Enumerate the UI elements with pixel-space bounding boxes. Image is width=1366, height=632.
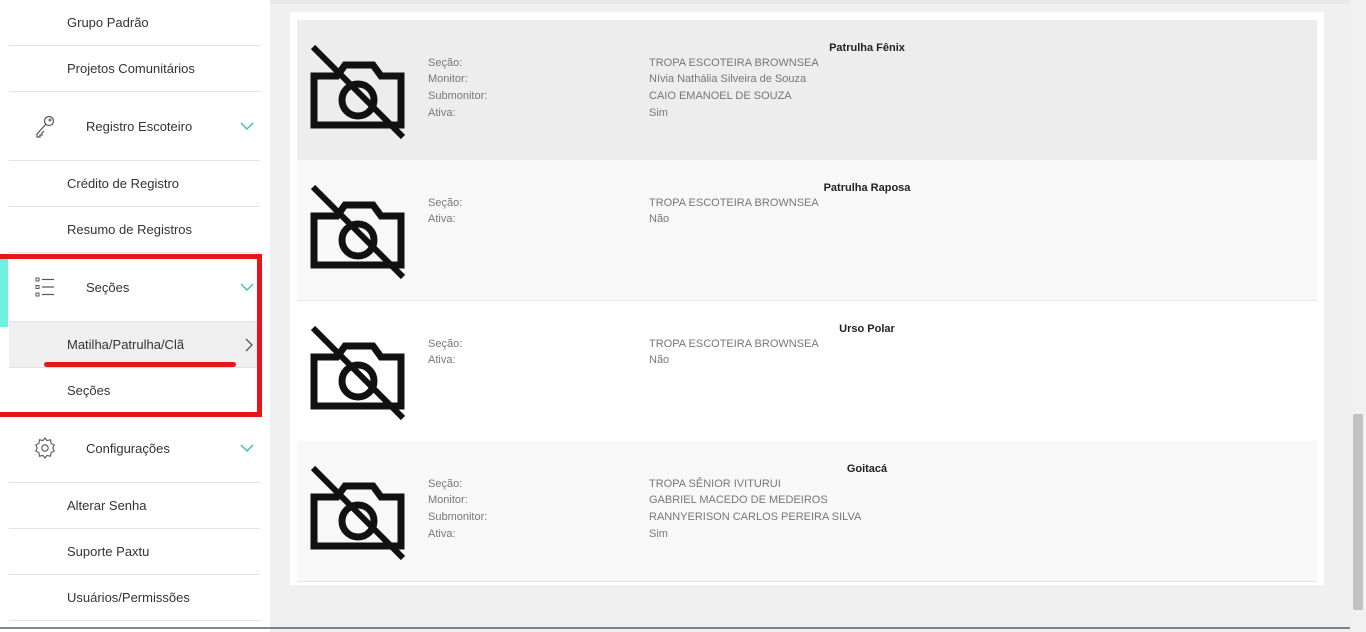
field-value: Sim xyxy=(649,528,668,540)
sidebar-group-configuracoes[interactable]: Configurações xyxy=(9,414,260,483)
sidebar: Grupo Padrão Projetos Comunitários Regis… xyxy=(0,0,270,632)
sidebar-item-label: Projetos Comunitários xyxy=(67,61,195,76)
list-icon xyxy=(35,277,54,297)
field-value: TROPA ESCOTEIRA BROWNSEA xyxy=(649,197,819,209)
patrol-name: Patrulha Raposa xyxy=(823,182,911,194)
patrol-name: Goitacá xyxy=(846,463,888,475)
scrollbar[interactable] xyxy=(1350,0,1366,632)
field-label: Ativa: xyxy=(428,528,456,540)
field-label: Seção: xyxy=(428,338,463,350)
field-value: Sim xyxy=(649,107,668,119)
field-label: Monitor: xyxy=(428,494,468,506)
field-value: GABRIEL MACEDO DE MEDEIROS xyxy=(649,494,828,506)
sidebar-item-label: Usuários/Permissões xyxy=(67,590,190,605)
sidebar-group-secoes[interactable]: Seções xyxy=(9,253,260,322)
bottom-divider xyxy=(0,627,1350,629)
field-value: RANNYERISON CARLOS PEREIRA SILVA xyxy=(649,511,862,523)
field-label: Ativa: xyxy=(428,354,456,366)
field-value: TROPA ESCOTEIRA BROWNSEA xyxy=(649,57,819,69)
patrol-list-panel: Patrulha Fênix Seção: TROPA ESCOTEIRA BROW… xyxy=(290,12,1324,585)
field-label: Seção: xyxy=(428,197,463,209)
sidebar-item-suporte-paxtu[interactable]: Suporte Paxtu xyxy=(9,529,260,575)
chevron-right-icon xyxy=(245,338,253,351)
sidebar-item-secoes[interactable]: Seções xyxy=(9,368,260,414)
key-icon xyxy=(36,115,55,138)
sidebar-item-credito-registro[interactable]: Crédito de Registro xyxy=(9,161,260,207)
field-value: TROPA ESCOTEIRA BROWNSEA xyxy=(649,338,819,350)
field-label: Submonitor: xyxy=(428,90,488,102)
sidebar-item-label: Seções xyxy=(67,383,111,398)
sidebar-item-usuarios-permissoes[interactable]: Usuários/Permissões xyxy=(9,575,260,621)
field-value: Não xyxy=(649,213,670,225)
field-label: Submonitor: xyxy=(428,511,488,523)
field-value: CAIO EMANOEL DE SOUZA xyxy=(649,90,792,102)
chevron-down-icon xyxy=(240,444,254,452)
gear-icon xyxy=(35,437,55,459)
sidebar-group-registro-escoteiro[interactable]: Registro Escoteiro xyxy=(9,92,260,161)
chevron-down-icon xyxy=(240,122,254,130)
patrol-name: Urso Polar xyxy=(839,323,895,335)
patrol-card[interactable]: Patrulha Fênix Seção: TROPA ESCOTEIRA BROW… xyxy=(297,20,1317,161)
field-label: Ativa: xyxy=(428,107,456,119)
no-photo-icon xyxy=(310,184,406,279)
field-label: Ativa: xyxy=(428,213,456,225)
patrol-card[interactable]: Goitacá Seção: TROPA SÊNIOR IVITURUI Monito… xyxy=(297,441,1317,582)
chevron-down-icon xyxy=(240,283,254,291)
sidebar-item-label: Grupo Padrão xyxy=(67,15,149,30)
sidebar-item-label: Resumo de Registros xyxy=(67,222,192,237)
sidebar-item-label: Matilha/Patrulha/Clã xyxy=(67,337,185,352)
field-label: Seção: xyxy=(428,57,463,69)
sidebar-group-label: Configurações xyxy=(86,440,170,456)
no-photo-icon xyxy=(310,44,406,139)
sidebar-item-label: Crédito de Registro xyxy=(67,176,179,191)
active-group-accent xyxy=(0,259,8,327)
scrollbar-thumb[interactable] xyxy=(1353,414,1363,610)
patrol-card[interactable]: Patrulha Raposa Seção: TROPA ESCOTEIRA BRO… xyxy=(297,160,1317,301)
sidebar-item-grupo-padrao[interactable]: Grupo Padrão xyxy=(9,0,260,46)
sidebar-menu: Grupo Padrão Projetos Comunitários Regis… xyxy=(9,0,260,621)
sidebar-item-alterar-senha[interactable]: Alterar Senha xyxy=(9,483,260,529)
sidebar-item-projetos-comunitarios[interactable]: Projetos Comunitários xyxy=(9,46,260,92)
field-label: Seção: xyxy=(428,478,463,490)
no-photo-icon xyxy=(310,325,406,420)
field-value: Não xyxy=(649,354,670,366)
no-photo-icon xyxy=(310,465,406,560)
sidebar-group-label: Seções xyxy=(86,279,130,295)
sidebar-item-resumo-registros[interactable]: Resumo de Registros xyxy=(9,207,260,253)
sidebar-item-label: Alterar Senha xyxy=(67,498,147,513)
sidebar-group-label: Registro Escoteiro xyxy=(86,118,193,134)
field-value: TROPA SÊNIOR IVITURUI xyxy=(649,478,781,490)
patrol-name: Patrulha Fênix xyxy=(829,42,905,54)
annotation-underline xyxy=(44,362,236,367)
sidebar-item-label: Suporte Paxtu xyxy=(67,544,150,559)
field-label: Monitor: xyxy=(428,73,468,85)
top-bar xyxy=(270,0,1350,4)
field-value: Nívia Nathália Silveira de Souza xyxy=(649,73,807,85)
patrol-card[interactable]: Urso Polar Seção: TROPA ESCOTEIRA BROWNSEA… xyxy=(297,301,1317,442)
